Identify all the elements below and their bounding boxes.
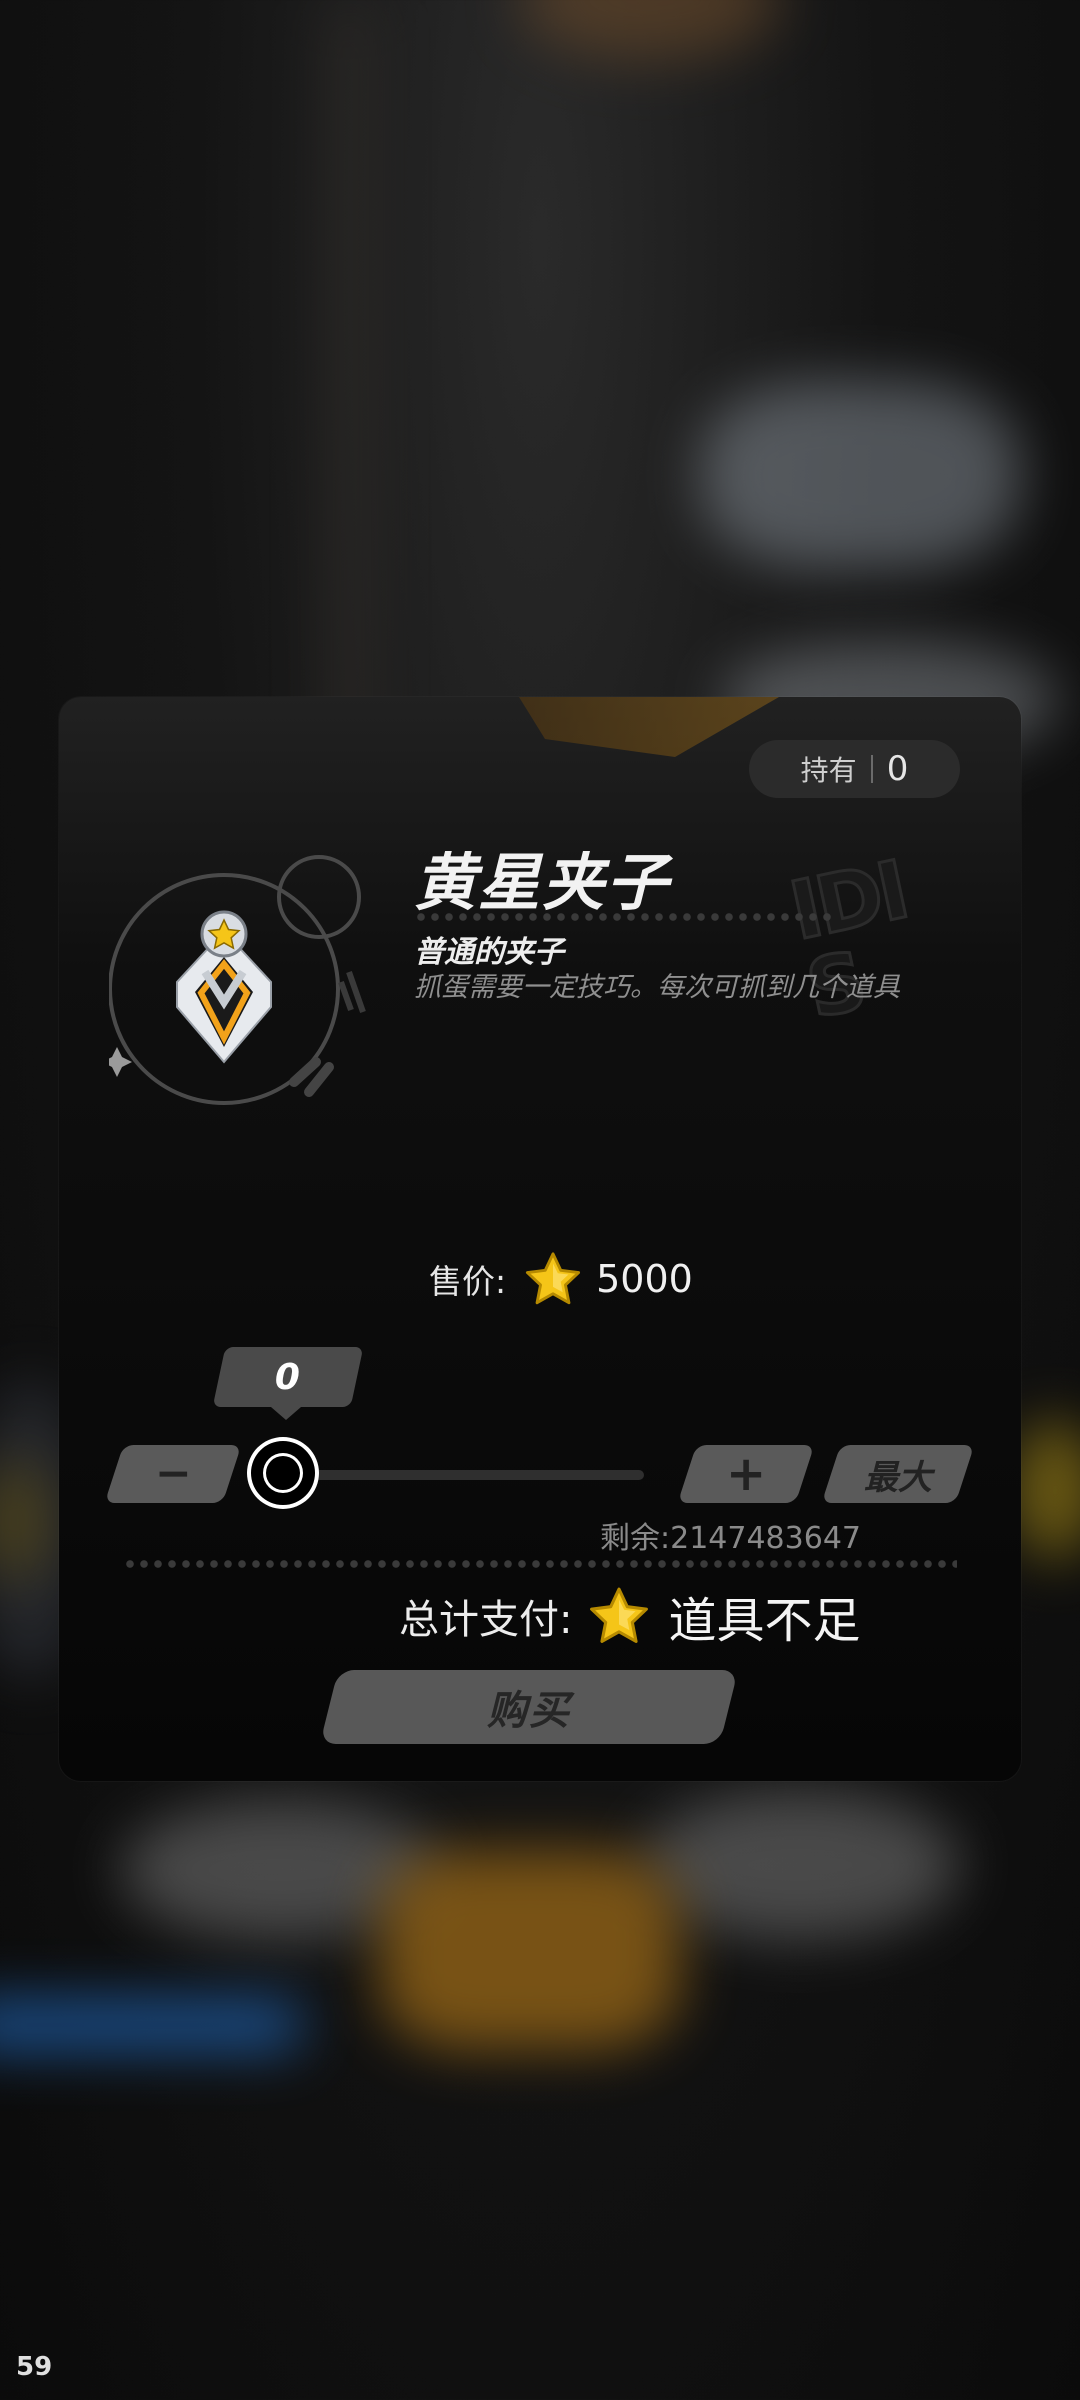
background-machine [700, 380, 1020, 570]
quantity-bubble: 0 [212, 1347, 364, 1407]
yellow-star-icon [526, 1252, 581, 1305]
item-name: 黄星夹子 [414, 846, 671, 919]
background-claw-pole [330, 0, 370, 800]
panel-top-decoration [519, 697, 779, 757]
background-floor-center [380, 1850, 680, 2050]
yellow-star-claw-icon [109, 855, 366, 1105]
background-light-glow [520, 0, 780, 60]
owned-value: 0 [886, 749, 909, 789]
owned-label: 持有 [800, 754, 857, 787]
quantity-slider-thumb[interactable] [247, 1437, 319, 1509]
purchase-dialog: IDI S 持有 0 黄星夹子 普通的夹子 抓蛋需要一定技巧。每次可抓到几个道具 … [59, 697, 1021, 1781]
item-description: 抓蛋需要一定技巧。每次可抓到几个道具 [414, 972, 900, 1003]
total-payment-row: 总计支付: 道具不足 [399, 1583, 861, 1649]
quantity-bubble-pointer [271, 1407, 301, 1420]
plus-icon: + [725, 1446, 767, 1502]
buy-label: 购买 [487, 1688, 571, 1734]
price-value: 5000 [596, 1257, 693, 1301]
owned-separator [870, 755, 873, 783]
price-row: 售价: 5000 [429, 1249, 693, 1309]
total-label: 总计支付: [399, 1597, 573, 1643]
owned-count-badge: 持有 0 [749, 740, 960, 798]
max-label: 最大 [864, 1457, 932, 1498]
panel-graffiti-decoration: IDI S [781, 842, 915, 1038]
max-quantity-button[interactable]: 最大 [821, 1445, 975, 1503]
total-value: 道具不足 [668, 1593, 861, 1649]
decrease-button[interactable]: − [104, 1445, 242, 1503]
minus-icon: − [154, 1448, 192, 1499]
fps-counter: 59 [16, 2352, 53, 2382]
background-floor-right [640, 1790, 960, 1940]
quantity-slider-track[interactable] [284, 1470, 644, 1480]
yellow-star-icon [590, 1587, 649, 1643]
price-label: 售价: [429, 1262, 507, 1301]
remaining-stock: 剩余:2147483647 [600, 1521, 861, 1556]
buy-button[interactable]: 购买 [319, 1670, 739, 1744]
increase-button[interactable]: + [677, 1445, 815, 1503]
total-divider [123, 1560, 957, 1568]
quantity-value: 0 [275, 1356, 301, 1398]
title-divider [414, 913, 834, 921]
background-blue-bar [0, 2000, 300, 2050]
